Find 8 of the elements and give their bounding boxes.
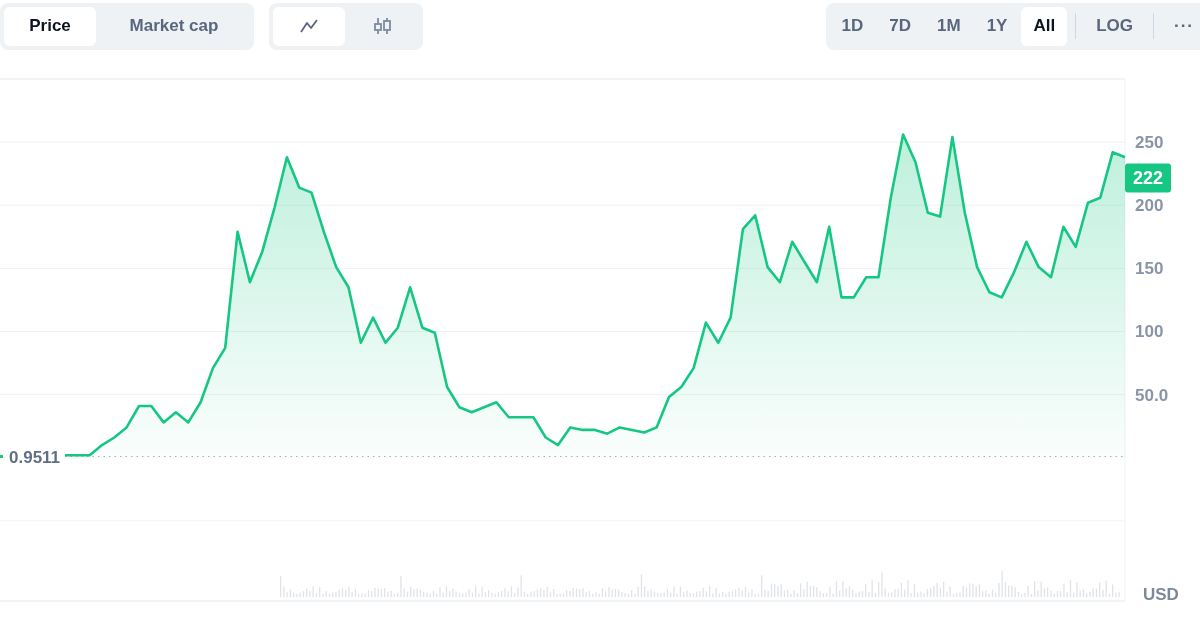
- y-axis-label: 100: [1135, 322, 1164, 342]
- y-axis-label: 250: [1135, 133, 1164, 153]
- y-axis-label: 150: [1135, 259, 1164, 279]
- y-axis-label: 50.0: [1135, 385, 1169, 405]
- current-price-badge: 222: [1125, 163, 1171, 193]
- y-axis-label: 200: [1135, 196, 1164, 216]
- currency-label: USD: [1143, 585, 1179, 604]
- start-price-label: 0.9511: [9, 447, 61, 467]
